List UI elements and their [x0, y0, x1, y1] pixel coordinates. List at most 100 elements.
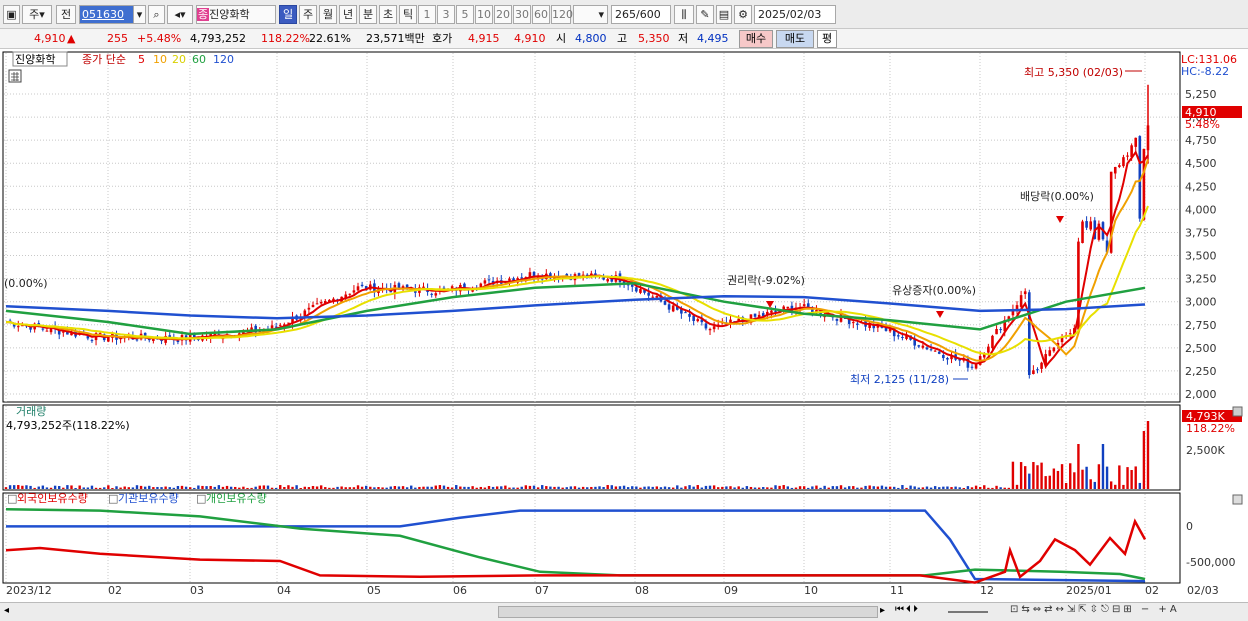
volume-bar [1138, 482, 1142, 489]
save-icon[interactable]: ▤ [716, 5, 732, 24]
candle-body [45, 330, 49, 332]
volume-bar [135, 485, 139, 489]
volume-bar [197, 485, 200, 489]
buy-button[interactable]: 매수 [739, 30, 773, 48]
candle-body [851, 322, 855, 324]
quote-bar: 4,910 ▲ 255 +5.48% 4,793,252 118.22% 22.… [0, 29, 1248, 49]
y-tick-label: 2,500 [1185, 342, 1217, 355]
scroll-bar[interactable]: ◂ ▸ ⏮⏴⏵ ⊡⇆⇔⇄↔⇲⇱⇳⎋⊟⊞ − +A [0, 602, 1248, 621]
volume-bar [532, 485, 536, 489]
chart-tool-icons[interactable]: ⊡⇆⇔⇄↔⇲⇱⇳⎋⊟⊞ − +A [1010, 604, 1235, 620]
volume-bar [1077, 444, 1080, 489]
volume-bar [1142, 431, 1146, 489]
volume-bar [770, 487, 773, 489]
volume-bar [667, 487, 671, 489]
type-select[interactable]: 주▾ [22, 5, 52, 24]
rights-annotation: 권리락(-9.02%) [727, 274, 805, 287]
gear-icon[interactable]: ⚙ [734, 5, 752, 24]
volume-bar [594, 486, 597, 489]
candle-body [651, 296, 655, 298]
candle-body [925, 347, 929, 350]
zoom-slider[interactable] [948, 611, 988, 613]
volume-bar [659, 487, 663, 489]
volume-bar [225, 485, 229, 489]
volume-bar [741, 487, 744, 489]
num-3[interactable]: 3 [437, 5, 455, 24]
x-tick-label: 12 [980, 584, 994, 597]
period-year[interactable]: 년 [339, 5, 357, 24]
count-input[interactable]: 265/600 [611, 5, 671, 24]
candle-body [520, 277, 524, 279]
date-input[interactable]: 2025/02/03 [754, 5, 836, 24]
scroll-thumb[interactable] [498, 606, 878, 618]
code-dropdown-icon[interactable]: ▾ [133, 5, 146, 24]
axis-labels: 2,000 2,250 2,500 2,750 3,000 3,250 3,500 3,750… [6, 88, 1217, 597]
period-month[interactable]: 월 [319, 5, 337, 24]
num-10[interactable]: 10 [475, 5, 493, 24]
search-icon[interactable]: ⌕ [148, 5, 165, 24]
prev-button[interactable]: 전 [56, 5, 76, 24]
num-20[interactable]: 20 [494, 5, 512, 24]
volume-bar [479, 486, 483, 489]
count-total: /600 [636, 8, 661, 21]
candle-body [946, 358, 949, 360]
volume-bar [495, 486, 499, 489]
chart-area[interactable]: 2,000 2,250 2,500 2,750 3,000 3,250 3,500 3,750… [0, 49, 1248, 602]
chart-svg[interactable]: 2,000 2,250 2,500 2,750 3,000 3,250 3,500 3,750… [0, 49, 1248, 602]
candle-body [135, 339, 139, 341]
candle-body [1036, 369, 1039, 371]
speaker-icon[interactable]: ◂▾ [167, 5, 193, 24]
volume-bar [311, 486, 315, 489]
volume-bar [729, 486, 732, 489]
sell-button[interactable]: 매도 [776, 30, 814, 48]
scroll-left-icon[interactable]: ◂ [4, 605, 16, 619]
holdings-menu-icon[interactable] [1232, 494, 1243, 505]
volume-bar [295, 485, 298, 489]
num-5[interactable]: 5 [456, 5, 474, 24]
volume-bar [254, 486, 257, 489]
volume-bar [938, 487, 941, 489]
num-30[interactable]: 30 [513, 5, 531, 24]
x-tick-label: 10 [804, 584, 818, 597]
scroll-right-icon[interactable]: ▸ [880, 605, 892, 619]
candle-body [671, 305, 675, 312]
volume-bar [74, 487, 77, 489]
volume-bar [766, 487, 769, 489]
candle-body [635, 287, 638, 292]
volume-bar [798, 486, 802, 489]
num-1[interactable]: 1 [418, 5, 436, 24]
period-week[interactable]: 주 [299, 5, 317, 24]
volume-bar [193, 487, 196, 489]
candle-body [1027, 292, 1031, 376]
eval-button[interactable]: 평 [817, 30, 837, 48]
playback-icons[interactable]: ⏮⏴⏵ [895, 604, 945, 620]
period-minute[interactable]: 분 [359, 5, 377, 24]
volume-bar [868, 485, 871, 489]
volume-bar [794, 487, 798, 489]
volume-bar [1130, 469, 1133, 489]
stock-code-input[interactable]: 051630 [79, 5, 134, 24]
interval-dropdown[interactable]: ▾ [573, 5, 608, 24]
volume-bar [377, 487, 380, 489]
volume-bar [880, 485, 884, 489]
volume-bar [970, 487, 974, 489]
volume-bar [291, 486, 294, 489]
period-second[interactable]: 초 [379, 5, 397, 24]
period-day[interactable]: 일 [279, 5, 297, 24]
period-tick[interactable]: 틱 [399, 5, 417, 24]
tools-icon[interactable]: ✎ [696, 5, 714, 24]
volume-bar [704, 485, 708, 489]
volume-bar [201, 485, 204, 489]
volume-bar [684, 486, 687, 489]
stock-name-field[interactable]: 종진양화학 [196, 5, 276, 24]
candle-icon[interactable]: ⫼ [674, 5, 694, 24]
num-60[interactable]: 60 [532, 5, 550, 24]
volume-bar [414, 487, 417, 489]
volume-bar [393, 486, 397, 489]
volume-close-icon[interactable] [1232, 406, 1243, 417]
num-120[interactable]: 120 [551, 5, 573, 24]
price-panel-frame [2, 51, 1181, 403]
x-tick-label: 11 [890, 584, 904, 597]
layout-icon[interactable]: ▣ [3, 5, 20, 24]
volume-bar [978, 486, 982, 489]
